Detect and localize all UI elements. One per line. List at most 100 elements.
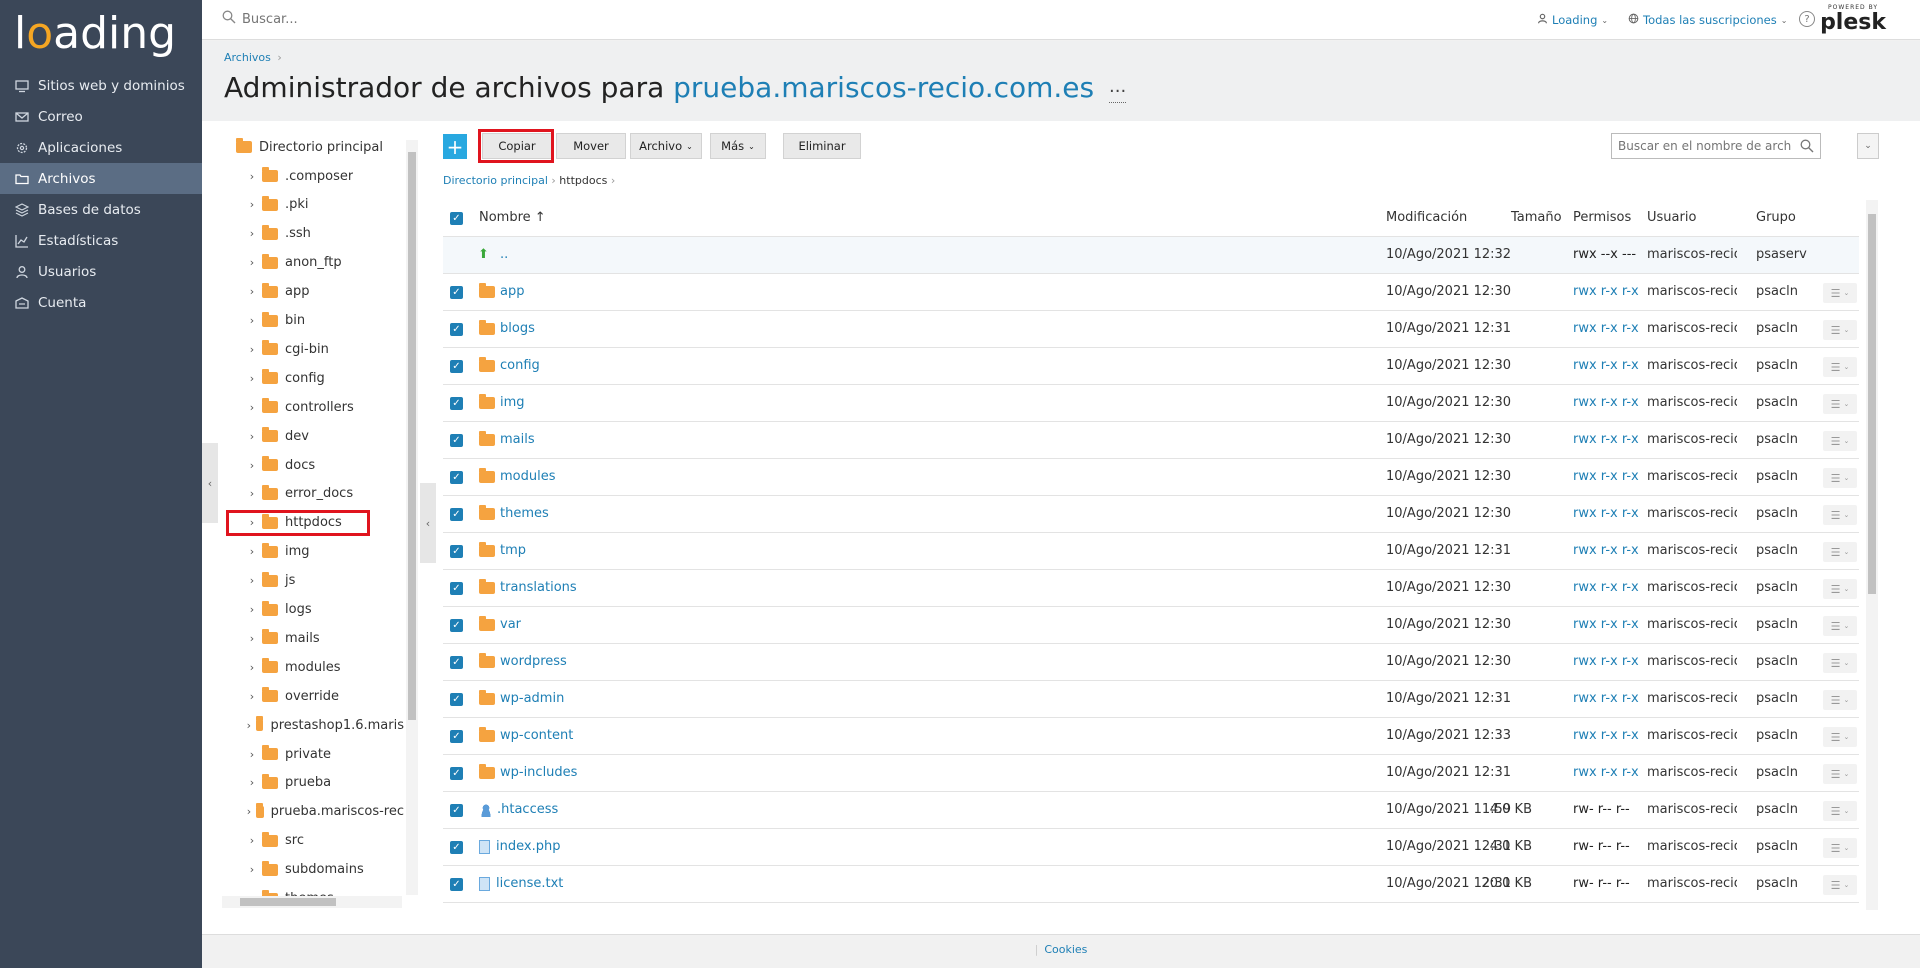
tree-item[interactable]: › js (246, 570, 295, 592)
chevron-right-icon[interactable]: › (246, 372, 258, 385)
row-menu-button[interactable]: ☰ ⌄ (1823, 357, 1857, 377)
col-user-header[interactable]: Usuario (1647, 210, 1696, 225)
row-menu-button[interactable]: ☰ ⌄ (1823, 838, 1857, 858)
tree-item[interactable]: › .composer (246, 165, 353, 187)
row-menu-button[interactable]: ☰ ⌄ (1823, 468, 1857, 488)
row-checkbox[interactable]: ✓ (450, 360, 463, 373)
table-row[interactable]: ✓ wordpress 10/Ago/2021 12:30 rwx r-x r-x ma… (443, 644, 1859, 681)
tree-vertical-scrollbar[interactable] (406, 140, 418, 895)
breadcrumb-files[interactable]: Archivos (224, 51, 271, 64)
sidebar-item-mail[interactable]: Correo (0, 101, 202, 132)
search-options-button[interactable]: ⌄ (1857, 133, 1879, 159)
row-checkbox[interactable]: ✓ (450, 286, 463, 299)
subscriptions-menu[interactable]: Todas las suscripciones ⌄ (1628, 13, 1787, 27)
row-perms[interactable]: rwx r-x r-x (1573, 691, 1639, 706)
tree-item[interactable]: › override (246, 685, 339, 707)
row-checkbox[interactable]: ✓ (450, 730, 463, 743)
table-row[interactable]: ✓ translations 10/Ago/2021 12:30 rwx r-x r-… (443, 570, 1859, 607)
table-row[interactable]: ✓ var 10/Ago/2021 12:30 rwx r-x r-x mariscos… (443, 607, 1859, 644)
row-menu-button[interactable]: ☰ ⌄ (1823, 616, 1857, 636)
row-checkbox[interactable]: ✓ (450, 508, 463, 521)
row-name-link[interactable]: wp-includes (479, 763, 577, 780)
row-name-link[interactable]: wp-admin (479, 689, 564, 706)
chevron-right-icon[interactable]: › (246, 430, 258, 443)
table-row[interactable]: ✓ mails 10/Ago/2021 12:30 rwx r-x r-x marisc… (443, 422, 1859, 459)
row-perms[interactable]: rwx r-x r-x (1573, 728, 1639, 743)
chevron-right-icon[interactable]: › (246, 574, 258, 587)
chevron-right-icon[interactable]: › (246, 343, 258, 356)
row-menu-button[interactable]: ☰ ⌄ (1823, 875, 1857, 895)
row-menu-button[interactable]: ☰ ⌄ (1823, 653, 1857, 673)
row-checkbox[interactable]: ✓ (450, 582, 463, 595)
sidebar-item-account[interactable]: Cuenta (0, 287, 202, 318)
logo[interactable]: loading (14, 8, 176, 59)
row-perms[interactable]: rwx r-x r-x (1573, 469, 1639, 484)
row-name-link[interactable]: mails (479, 430, 535, 447)
scroll-thumb[interactable] (1868, 214, 1876, 594)
row-name-link[interactable]: config (479, 356, 540, 373)
row-menu-button[interactable]: ☰ ⌄ (1823, 283, 1857, 303)
row-perms[interactable]: rwx r-x r-x (1573, 395, 1639, 410)
tree-item[interactable]: › private (246, 743, 331, 765)
table-row[interactable]: ✓ index.php 10/Ago/2021 12:31 4.0 KB rw- r--… (443, 829, 1859, 866)
tree-item[interactable]: › subdomains (246, 859, 364, 881)
archive-button[interactable]: Archivo ⌄ (630, 133, 702, 159)
row-checkbox[interactable]: ✓ (450, 841, 463, 854)
sidebar-item-databases[interactable]: Bases de datos (0, 194, 202, 225)
tree-item[interactable]: › dev (246, 425, 309, 447)
row-perms[interactable]: rwx r-x r-x (1573, 543, 1639, 558)
chevron-right-icon[interactable]: › (246, 459, 258, 472)
table-row[interactable]: ✓ modules 10/Ago/2021 12:30 rwx r-x r-x mari… (443, 459, 1859, 496)
row-name-link[interactable]: var (479, 615, 521, 632)
table-row[interactable]: ✓ img 10/Ago/2021 12:30 rwx r-x r-x mariscos… (443, 385, 1859, 422)
tree-item[interactable]: › img (246, 541, 310, 563)
row-menu-button[interactable]: ☰ ⌄ (1823, 505, 1857, 525)
sidebar-item-files[interactable]: Archivos (0, 163, 202, 194)
row-name-link[interactable]: img (479, 393, 525, 410)
row-perms[interactable]: rwx r-x r-x (1573, 284, 1639, 299)
row-menu-button[interactable]: ☰ ⌄ (1823, 727, 1857, 747)
row-menu-button[interactable]: ☰ ⌄ (1823, 431, 1857, 451)
tree-item[interactable]: › docs (246, 454, 315, 476)
chevron-right-icon[interactable]: › (246, 632, 258, 645)
sidebar-item-websites[interactable]: Sitios web y dominios (0, 70, 202, 101)
row-checkbox[interactable]: ✓ (450, 693, 463, 706)
chevron-right-icon[interactable]: › (246, 690, 258, 703)
tree-item[interactable]: › prueba.mariscos-rec (246, 801, 404, 823)
col-perms-header[interactable]: Permisos (1573, 210, 1631, 225)
row-name-link[interactable]: app (479, 282, 524, 299)
table-row[interactable]: ✓ config 10/Ago/2021 12:30 rwx r-x r-x maris… (443, 348, 1859, 385)
scroll-thumb[interactable] (408, 152, 416, 720)
row-perms[interactable]: rwx r-x r-x (1573, 654, 1639, 669)
tree-item[interactable]: › bin (246, 310, 305, 332)
row-menu-button[interactable]: ☰ ⌄ (1823, 801, 1857, 821)
chevron-right-icon[interactable]: › (246, 805, 252, 818)
user-menu[interactable]: Loading ⌄ (1537, 13, 1608, 27)
tree-item[interactable]: › src (246, 830, 304, 852)
row-name-link[interactable]: blogs (479, 319, 535, 336)
table-row[interactable]: ✓ tmp 10/Ago/2021 12:31 rwx r-x r-x mariscos… (443, 533, 1859, 570)
row-perms[interactable]: rwx r-x r-x (1573, 617, 1639, 632)
table-row[interactable]: ✓ wp-content 10/Ago/2021 12:33 rwx r-x r-x m… (443, 718, 1859, 755)
table-row[interactable]: ✓ app 10/Ago/2021 12:30 rwx r-x r-x mariscos… (443, 274, 1859, 311)
row-menu-button[interactable]: ☰ ⌄ (1823, 320, 1857, 340)
chevron-right-icon[interactable]: › (246, 776, 258, 789)
chevron-right-icon[interactable]: › (246, 834, 258, 847)
row-perms[interactable]: rwx r-x r-x (1573, 506, 1639, 521)
chevron-right-icon[interactable]: › (246, 748, 258, 761)
chevron-right-icon[interactable]: › (246, 314, 258, 327)
collapse-tree-button[interactable]: ‹ (420, 483, 436, 563)
row-menu-button[interactable]: ☰ ⌄ (1823, 394, 1857, 414)
select-all-checkbox[interactable]: ✓ (450, 212, 463, 225)
tree-item[interactable]: › logs (246, 599, 312, 621)
path-root-link[interactable]: Directorio principal (443, 174, 548, 187)
sidebar-item-statistics[interactable]: Estadísticas (0, 225, 202, 256)
table-row[interactable]: ✓ license.txt 10/Ago/2021 12:31 20.0 KB rw- … (443, 866, 1859, 903)
table-row[interactable]: ✓ blogs 10/Ago/2021 12:31 rwx r-x r-x marisc… (443, 311, 1859, 348)
col-group-header[interactable]: Grupo (1756, 210, 1796, 225)
search-icon[interactable] (1800, 139, 1814, 157)
row-checkbox[interactable]: ✓ (450, 656, 463, 669)
tree-item[interactable]: › controllers (246, 396, 354, 418)
row-checkbox[interactable]: ✓ (450, 397, 463, 410)
chevron-right-icon[interactable]: › (246, 170, 258, 183)
